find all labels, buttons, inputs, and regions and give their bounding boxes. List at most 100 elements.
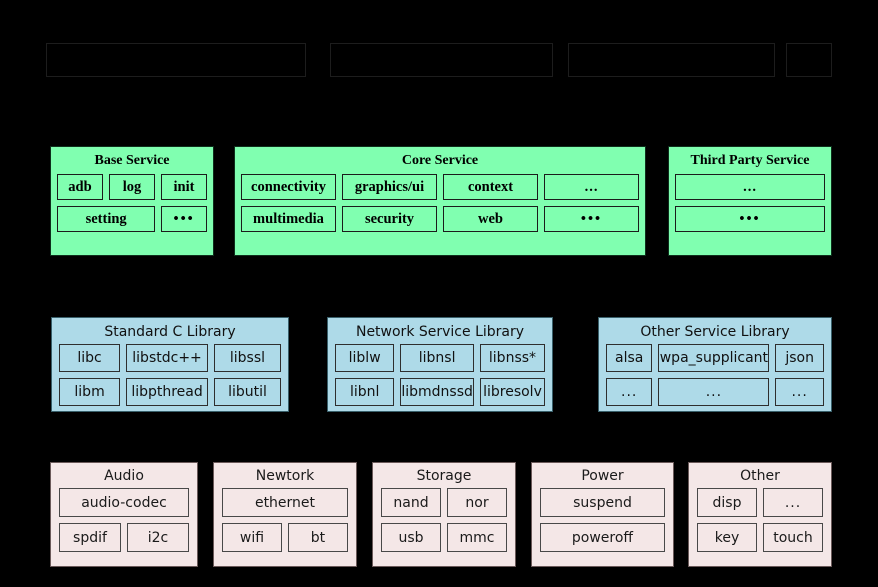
module-box[interactable]: mmc	[447, 523, 507, 552]
panel-row: •••	[675, 206, 825, 232]
top-box-4[interactable]	[786, 43, 832, 77]
standard-c-library-title: Standard C Library	[104, 324, 236, 340]
other-service-library[interactable]: Other Service Library alsa wpa_supplicant j…	[598, 317, 832, 412]
module-box[interactable]: wifi	[222, 523, 282, 552]
panel-row: adb log init	[57, 174, 207, 200]
module-box[interactable]: usb	[381, 523, 441, 552]
module-box[interactable]: libstdc++	[126, 344, 208, 372]
module-box[interactable]: ...	[544, 174, 639, 200]
module-box[interactable]: spdif	[59, 523, 121, 552]
network-driver-title: Newtork	[255, 468, 315, 484]
module-box[interactable]: ...	[675, 174, 825, 200]
audio-driver-title: Audio	[104, 468, 144, 484]
panel-row: ethernet	[222, 488, 348, 517]
panel-row: libnl libmdnssd libresolv	[335, 378, 545, 406]
module-box[interactable]: init	[161, 174, 207, 200]
module-box[interactable]: poweroff	[540, 523, 665, 552]
panel-row: audio-codec	[59, 488, 189, 517]
module-box[interactable]: ethernet	[222, 488, 348, 517]
network-service-library-title: Network Service Library	[355, 324, 525, 340]
module-box[interactable]: bt	[288, 523, 348, 552]
third-party-service-title: Third Party Service	[690, 153, 810, 168]
module-box[interactable]: wpa_supplicant	[658, 344, 770, 372]
module-box[interactable]: •••	[161, 206, 207, 232]
module-box[interactable]: json	[775, 344, 824, 372]
module-box[interactable]: libresolv	[479, 378, 545, 406]
module-box[interactable]: touch	[763, 523, 823, 552]
base-service-title: Base Service	[94, 153, 170, 168]
panel-row: libc libstdc++ libssl	[59, 344, 281, 372]
panel-row: spdif i2c	[59, 523, 189, 552]
storage-driver-items: nand nor usb mmc	[373, 488, 515, 560]
module-box[interactable]: •••	[544, 206, 639, 232]
module-box[interactable]: libutil	[213, 378, 281, 406]
base-service-items: adb log init setting •••	[51, 174, 213, 239]
panel-row: wifi bt	[222, 523, 348, 552]
audio-driver-items: audio-codec spdif i2c	[51, 488, 197, 560]
module-box[interactable]: log	[109, 174, 155, 200]
module-box[interactable]: liblw	[335, 344, 395, 372]
module-box[interactable]: key	[697, 523, 757, 552]
module-box[interactable]: graphics/ui	[342, 174, 437, 200]
core-service[interactable]: Core Service connectivity graphics/ui conte…	[234, 146, 646, 256]
module-box[interactable]: ...	[763, 488, 823, 517]
standard-c-library-items: libc libstdc++ libssl libm libpthread libutil	[52, 344, 288, 414]
power-driver-items: suspend poweroff	[532, 488, 673, 560]
power-driver[interactable]: Power suspend poweroff	[531, 462, 674, 567]
power-driver-title: Power	[581, 468, 624, 484]
module-box[interactable]: nor	[447, 488, 507, 517]
module-box[interactable]: security	[342, 206, 437, 232]
module-box[interactable]: adb	[57, 174, 103, 200]
module-box[interactable]: connectivity	[241, 174, 336, 200]
module-box[interactable]: ...	[606, 378, 653, 406]
module-box[interactable]: disp	[697, 488, 757, 517]
module-box[interactable]: libpthread	[126, 378, 208, 406]
diagram-canvas: Base Service adb log init setting ••• Core Ser…	[0, 0, 878, 587]
module-box[interactable]: i2c	[127, 523, 189, 552]
module-box[interactable]: multimedia	[241, 206, 336, 232]
module-box[interactable]: libm	[59, 378, 121, 406]
top-box-3[interactable]	[568, 43, 775, 77]
panel-row: key touch	[697, 523, 823, 552]
module-box[interactable]: nand	[381, 488, 441, 517]
other-driver-title: Other	[740, 468, 780, 484]
network-service-library-items: liblw libnsl libnss* libnl libmdnssd libresol…	[328, 344, 552, 414]
module-box[interactable]: suspend	[540, 488, 665, 517]
panel-row: suspend	[540, 488, 665, 517]
network-service-library[interactable]: Network Service Library liblw libnsl libnss…	[327, 317, 553, 412]
module-box[interactable]: ...	[658, 378, 770, 406]
network-driver-items: ethernet wifi bt	[214, 488, 356, 560]
audio-driver[interactable]: Audio audio-codec spdif i2c	[50, 462, 198, 567]
module-box[interactable]: libssl	[213, 344, 281, 372]
panel-row: disp...	[697, 488, 823, 517]
panel-row: multimedia security web •••	[241, 206, 639, 232]
module-box[interactable]: alsa	[606, 344, 653, 372]
module-box[interactable]: ...	[775, 378, 824, 406]
module-box[interactable]: setting	[57, 206, 156, 232]
panel-row: libm libpthread libutil	[59, 378, 281, 406]
storage-driver[interactable]: Storage nand nor usb mmc	[372, 462, 516, 567]
panel-row: ...	[675, 174, 825, 200]
third-party-service-items: ... •••	[669, 174, 831, 239]
panel-row: poweroff	[540, 523, 665, 552]
top-box-2[interactable]	[330, 43, 553, 77]
base-service[interactable]: Base Service adb log init setting •••	[50, 146, 214, 256]
third-party-service[interactable]: Third Party Service... •••	[668, 146, 832, 256]
standard-c-library[interactable]: Standard C Library libc libstdc++ libssl lib…	[51, 317, 289, 412]
module-box[interactable]: audio-codec	[59, 488, 189, 517]
module-box[interactable]: libmdnssd	[400, 378, 474, 406]
module-box[interactable]: libnss*	[479, 344, 545, 372]
other-driver[interactable]: Other disp... key touch	[688, 462, 832, 567]
top-box-1[interactable]	[46, 43, 306, 77]
panel-row: connectivity graphics/ui context...	[241, 174, 639, 200]
panel-row: setting •••	[57, 206, 207, 232]
panel-row: liblw libnsl libnss*	[335, 344, 545, 372]
module-box[interactable]: •••	[675, 206, 825, 232]
module-box[interactable]: libc	[59, 344, 121, 372]
module-box[interactable]: libnl	[335, 378, 395, 406]
module-box[interactable]: libnsl	[400, 344, 474, 372]
module-box[interactable]: context	[443, 174, 538, 200]
storage-driver-title: Storage	[416, 468, 472, 484]
network-driver[interactable]: Newtork ethernet wifi bt	[213, 462, 357, 567]
module-box[interactable]: web	[443, 206, 538, 232]
